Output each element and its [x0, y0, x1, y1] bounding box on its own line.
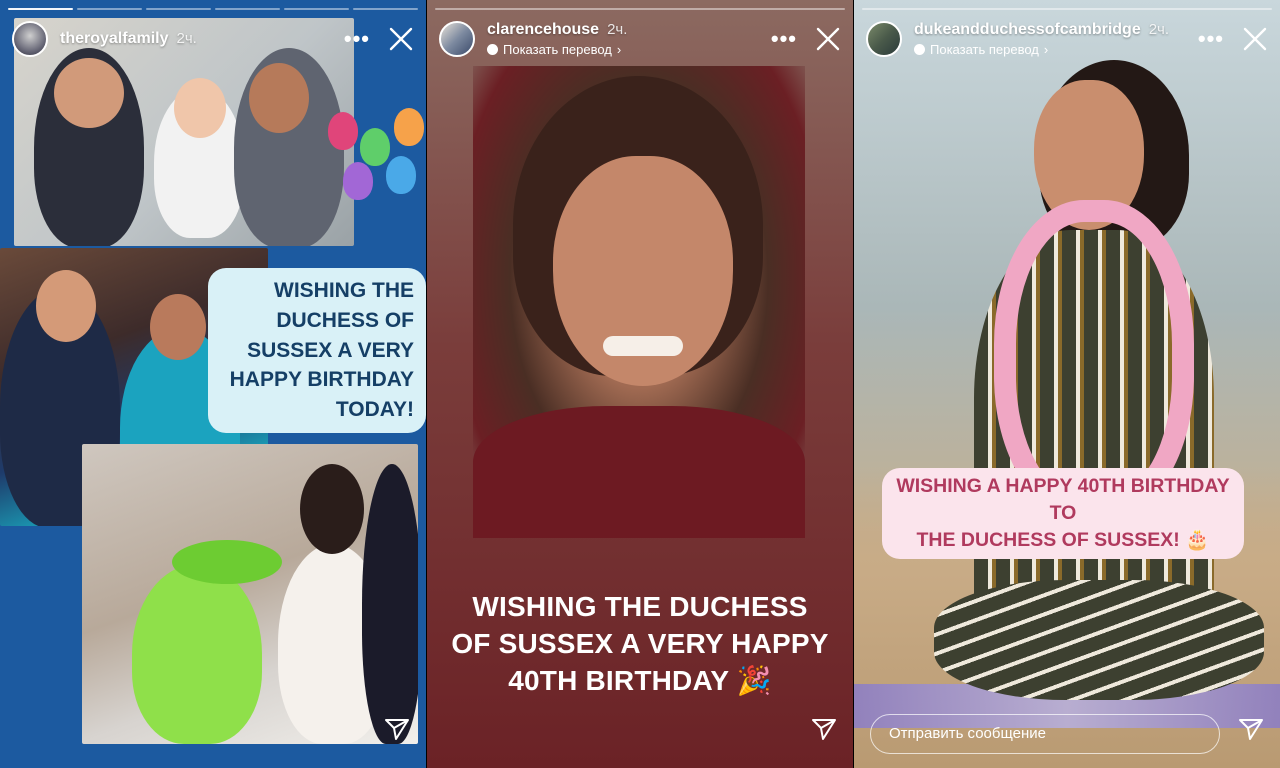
person-face — [54, 58, 124, 128]
story-header: theroyalfamily 2ч. ••• — [12, 18, 414, 60]
more-icon[interactable]: ••• — [771, 28, 797, 50]
progress-segment — [8, 8, 73, 10]
story-time: 2ч. — [1148, 21, 1170, 38]
balloon-icon — [360, 128, 390, 166]
more-icon[interactable]: ••• — [1198, 28, 1224, 50]
birthday-sticker: WISHING A HAPPY 40TH BIRTHDAY TO THE DUC… — [882, 468, 1244, 559]
balloon-icon — [394, 108, 424, 146]
story-time: 2ч. — [607, 21, 628, 38]
smile-shape — [603, 336, 683, 356]
avatar[interactable] — [866, 21, 902, 57]
translate-icon — [914, 44, 925, 55]
close-icon[interactable] — [815, 26, 841, 52]
translate-link[interactable]: Показать перевод › — [914, 42, 1169, 57]
translate-label: Показать перевод — [930, 42, 1039, 57]
birthday-sticker: WISHING THE DUCHESS OF SUSSEX A VERY HAP… — [208, 268, 426, 434]
message-input[interactable]: Отправить сообщение — [870, 714, 1220, 754]
caption-line: WISHING A HAPPY 40TH BIRTHDAY TO — [896, 475, 1230, 524]
story-header-text: theroyalfamily 2ч. — [60, 30, 197, 48]
collage-photo-queen — [82, 444, 418, 744]
username[interactable]: clarencehouse — [487, 21, 599, 39]
person-face — [36, 270, 96, 342]
close-icon[interactable] — [1242, 26, 1268, 52]
story-photo-beach — [934, 60, 1264, 740]
sticker-line: DUCHESS OF — [276, 308, 414, 332]
chevron-right-icon: › — [1043, 42, 1049, 57]
send-icon[interactable] — [1238, 717, 1264, 746]
avatar[interactable] — [12, 21, 48, 57]
baby-face — [174, 78, 226, 138]
progress-segment — [77, 8, 142, 10]
person-face — [150, 294, 206, 360]
story-header: clarencehouse 2ч. Показать перевод › ••• — [439, 18, 841, 60]
sticker-line: HAPPY BIRTHDAY — [229, 368, 414, 392]
sticker-line: TODAY! — [335, 398, 414, 422]
username[interactable]: dukeandduchessofcambridge — [914, 21, 1141, 39]
story-header-text: clarencehouse 2ч. Показать перевод › — [487, 21, 627, 57]
progress-segment — [284, 8, 349, 10]
progress-segment — [862, 8, 1272, 10]
send-icon[interactable] — [811, 717, 837, 746]
person-silhouette — [362, 464, 418, 744]
balloon-icon — [343, 162, 373, 200]
progress-segment — [435, 8, 845, 10]
translate-icon — [487, 44, 498, 55]
balloon-icon — [386, 156, 416, 194]
sticker-line: WISHING THE — [274, 279, 414, 302]
caption-line: OF SUSSEX A VERY HAPPY — [451, 628, 829, 660]
story-photo-portrait — [473, 66, 805, 538]
person-dress — [473, 406, 805, 538]
caption-line: 40TH BIRTHDAY 🎉 — [508, 665, 772, 697]
story-caption: WISHING THE DUCHESS OF SUSSEX A VERY HAP… — [427, 588, 853, 700]
send-icon[interactable] — [384, 717, 410, 746]
translate-link[interactable]: Показать перевод › — [487, 42, 627, 57]
close-icon[interactable] — [388, 26, 414, 52]
sticker-line: SUSSEX A VERY — [247, 338, 414, 362]
story-time: 2ч. — [176, 30, 197, 47]
story-panel-clarencehouse[interactable]: WISHING THE DUCHESS OF SUSSEX A VERY HAP… — [427, 0, 853, 768]
story-progress — [8, 8, 418, 10]
balloon-icon — [328, 112, 358, 150]
avatar[interactable] — [439, 21, 475, 57]
caption-line: THE DUCHESS OF SUSSEX! 🎂 — [916, 528, 1210, 551]
dress-skirt — [934, 580, 1264, 700]
chevron-right-icon: › — [616, 42, 622, 57]
person-silhouette — [132, 564, 262, 744]
person-hair — [300, 464, 364, 554]
story-header: dukeandduchessofcambridge 2ч. Показать п… — [866, 18, 1268, 60]
story-panel-theroyalfamily[interactable]: WISHING THE DUCHESS OF SUSSEX A VERY HAP… — [0, 0, 426, 768]
username[interactable]: theroyalfamily — [60, 30, 168, 48]
progress-segment — [353, 8, 418, 10]
progress-segment — [146, 8, 211, 10]
person-face — [249, 63, 309, 133]
story-header-text: dukeandduchessofcambridge 2ч. Показать п… — [914, 21, 1169, 57]
caption-line: WISHING THE DUCHESS — [472, 591, 808, 622]
more-icon[interactable]: ••• — [344, 28, 370, 50]
story-progress — [862, 8, 1272, 10]
story-progress — [435, 8, 845, 10]
hat-shape — [172, 540, 282, 584]
story-panel-dukeandduchessofcambridge[interactable]: WISHING A HAPPY 40TH BIRTHDAY TO THE DUC… — [854, 0, 1280, 768]
progress-segment — [215, 8, 280, 10]
translate-label: Показать перевод — [503, 42, 612, 57]
